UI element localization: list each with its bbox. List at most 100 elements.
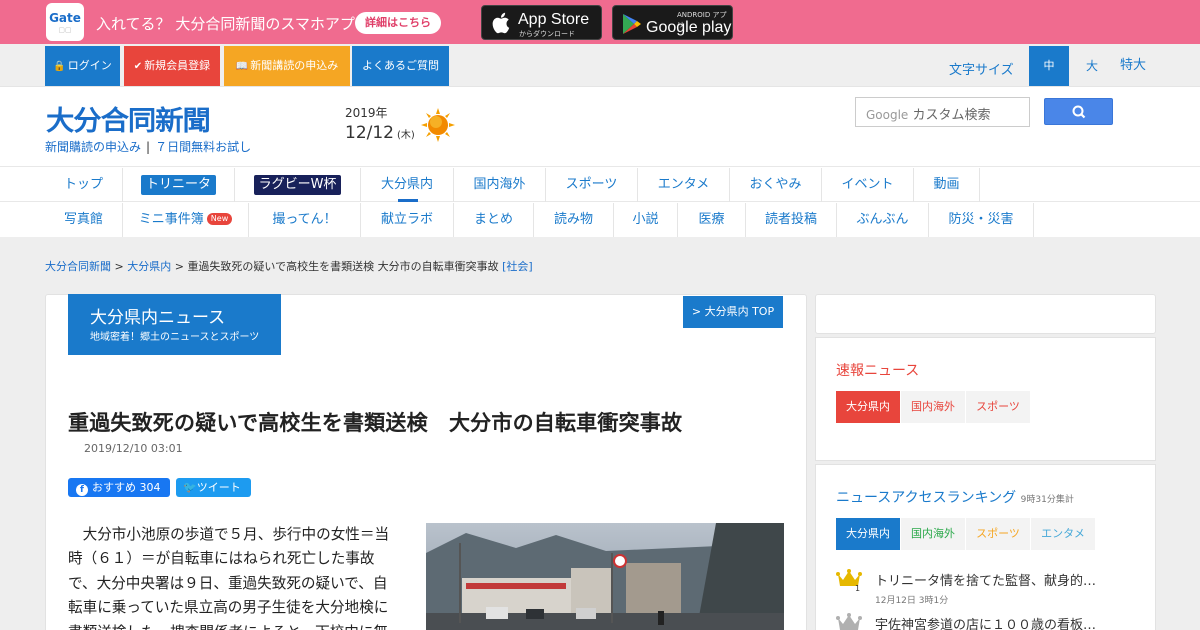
nav-novel[interactable]: 小説 <box>614 203 678 237</box>
tweet-button[interactable]: 🐦ツイート <box>176 478 251 497</box>
section-subtitle: 地域密着！郷土のニュースとスポーツ <box>90 332 260 343</box>
app-banner-text: 入れてる？ 大分合同新聞のスマホアプリ <box>96 15 370 33</box>
register-button[interactable]: ✔ 新規会員登録 <box>124 46 220 86</box>
secondary-nav: 写真館 ミニ事件簿 New 撮ってん！ 献立ラボ まとめ 読み物 小説 医療 読者… <box>0 203 1200 237</box>
nav-okuyami[interactable]: おくやみ <box>730 168 822 202</box>
breaking-news-card: 速報ニュース 大分県内 国内海外 スポーツ <box>815 337 1156 461</box>
login-label: ログイン <box>67 59 112 72</box>
breaking-tab-domestic[interactable]: 国内海外 <box>901 391 965 423</box>
breadcrumb-section[interactable]: 大分県内 <box>127 260 171 273</box>
header-links: 新聞購読の申込み | ７日間無料お試し <box>45 140 252 154</box>
nav-top[interactable]: トップ <box>45 168 123 202</box>
nav-rugby-label: ラグビーW杯 <box>253 175 342 195</box>
font-size-xlarge[interactable]: 特大 <box>1115 46 1151 86</box>
app-store-button[interactable]: App Store からダウンロード <box>481 5 602 40</box>
nav-video[interactable]: 動画 <box>914 168 980 202</box>
search-input[interactable]: Google カスタム検索 <box>855 97 1030 127</box>
breadcrumb-home[interactable]: 大分合同新聞 <box>45 260 111 273</box>
breaking-tab-oita[interactable]: 大分県内 <box>836 391 900 423</box>
nav-trinita[interactable]: トリニータ <box>123 168 235 202</box>
article-body: 大分市小池原の歩道で５月、歩行中の女性＝当時（６１）＝が自転車にはねられ死亡した… <box>68 526 390 630</box>
subscribe-button[interactable]: 📖 新聞講読の申込み <box>224 46 350 86</box>
breaking-tab-sports[interactable]: スポーツ <box>966 391 1030 423</box>
nav-mini-jiken[interactable]: ミニ事件簿 New <box>123 203 249 237</box>
search-placeholder: カスタム検索 <box>908 108 991 123</box>
search-google-label: Google <box>866 108 909 122</box>
font-size-label: 文字サイズ <box>949 63 1014 78</box>
nav-active-indicator <box>398 199 418 202</box>
nav-bunbun[interactable]: ぶんぶん <box>837 203 929 237</box>
nav-yomimono[interactable]: 読み物 <box>534 203 614 237</box>
faq-button[interactable]: よくあるご質問 <box>352 46 449 86</box>
search-icon <box>1072 105 1086 119</box>
nav-disaster[interactable]: 防災・災害 <box>929 203 1034 237</box>
nav-totten[interactable]: 撮ってん！ <box>249 203 361 237</box>
ranking-tab-entame[interactable]: エンタメ <box>1031 518 1095 550</box>
appstore-label: App Store <box>518 11 590 28</box>
ranking-tab-domestic[interactable]: 国内海外 <box>901 518 965 550</box>
apple-icon <box>492 12 510 39</box>
ranking-item-2[interactable]: 宇佐神宮参道の店に１００歳の看板… <box>875 614 1096 630</box>
ranking-title: ニュースアクセスランキング 9時31分集計 <box>836 487 1074 507</box>
facebook-recommend-button[interactable]: f おすすめ 304 <box>68 478 170 497</box>
nav-mini-jiken-label: ミニ事件簿 <box>138 212 204 227</box>
nav-trinita-label: トリニータ <box>140 175 216 195</box>
ranking-title-text: ニュースアクセスランキング <box>836 490 1017 506</box>
app-details-button[interactable]: 詳細はこちら <box>355 12 441 34</box>
twitter-icon: 🐦 <box>183 481 197 494</box>
svg-text:1: 1 <box>855 584 860 592</box>
nav-reader-posts[interactable]: 読者投稿 <box>746 203 837 237</box>
nav-oita[interactable]: 大分県内 <box>361 168 454 202</box>
section-top-button[interactable]: > 大分県内 TOP <box>683 296 783 328</box>
app-banner: Gate ▢▢ 入れてる？ 大分合同新聞のスマホアプリ 詳細はこちら App St… <box>0 0 1200 44</box>
nav-kondate[interactable]: 献立ラボ <box>361 203 454 237</box>
primary-nav: トップ トリニータ ラグビーW杯 大分県内 国内海外 スポーツ エンタメ おくや… <box>0 168 1200 202</box>
gate-logo-text: Gate <box>49 11 81 25</box>
breadcrumb-category[interactable]: [社会] <box>502 260 533 273</box>
register-label: 新規会員登録 <box>144 59 211 72</box>
breaking-news-title: 速報ニュース <box>836 363 920 379</box>
utility-bar: 🔒 ログイン ✔ 新規会員登録 📖 新聞講読の申込み よくあるご質問 文字サイズ 中 … <box>0 44 1200 87</box>
article-photo[interactable] <box>426 523 784 630</box>
new-badge: New <box>206 213 233 225</box>
date-day: 12/12 (木) <box>345 123 415 143</box>
fb-label: おすすめ 304 <box>92 481 161 494</box>
font-size-large[interactable]: 大 <box>1075 46 1109 86</box>
nav-domestic-intl[interactable]: 国内海外 <box>454 168 546 202</box>
date-value: 12/12 <box>345 123 394 143</box>
date-year: 2019年 <box>345 106 388 120</box>
lock-icon: 🔒 <box>53 61 66 72</box>
sidebar-top-card <box>815 294 1156 334</box>
font-size-medium[interactable]: 中 <box>1029 46 1069 86</box>
search-button[interactable] <box>1044 98 1113 125</box>
nav-rugby[interactable]: ラグビーW杯 <box>235 168 361 202</box>
breadcrumb: 大分合同新聞 > 大分県内 > 重過失致死の疑いで高校生を書類送検 大分市の自転… <box>45 260 533 273</box>
check-icon: ✔ <box>133 61 143 72</box>
book-icon: 📖 <box>235 61 249 72</box>
google-play-button[interactable]: ANDROID アプリ Google play <box>612 5 733 40</box>
article-headline: 重過失致死の疑いで高校生を書類送検 大分市の自転車衝突事故 <box>68 411 683 435</box>
nav-photo[interactable]: 写真館 <box>45 203 123 237</box>
gate-app-logo[interactable]: Gate ▢▢ <box>46 3 84 41</box>
gold-crown-icon: 1 <box>836 569 862 592</box>
google-play-icon <box>622 13 642 40</box>
nav-event[interactable]: イベント <box>822 168 914 202</box>
free-trial-link[interactable]: ７日間無料お試し <box>155 140 251 154</box>
section-header: 大分県内ニュース 地域密着！郷土のニュースとスポーツ <box>68 294 281 355</box>
site-header: 大分合同新聞 新聞購読の申込み | ７日間無料お試し 2019年 12/12 (木) … <box>0 87 1200 167</box>
ranking-tab-sports[interactable]: スポーツ <box>966 518 1030 550</box>
login-button[interactable]: 🔒 ログイン <box>45 46 120 86</box>
sun-icon <box>421 108 455 142</box>
nav-medical[interactable]: 医療 <box>678 203 746 237</box>
nav-sports[interactable]: スポーツ <box>546 168 638 202</box>
nav-matome[interactable]: まとめ <box>454 203 534 237</box>
site-logo[interactable]: 大分合同新聞 <box>46 99 211 138</box>
ranking-note: 9時31分集計 <box>1020 495 1074 505</box>
subscribe-link[interactable]: 新聞購読の申込み <box>45 140 141 154</box>
ranking-item-1[interactable]: トリニータ情を捨てた監督、献身的… <box>875 570 1096 589</box>
weekday: (木) <box>397 130 415 141</box>
silver-crown-icon <box>836 613 862 630</box>
ranking-item-1-time: 12月12日 3時1分 <box>875 596 949 606</box>
ranking-tab-oita[interactable]: 大分県内 <box>836 518 900 550</box>
nav-entame[interactable]: エンタメ <box>638 168 730 202</box>
